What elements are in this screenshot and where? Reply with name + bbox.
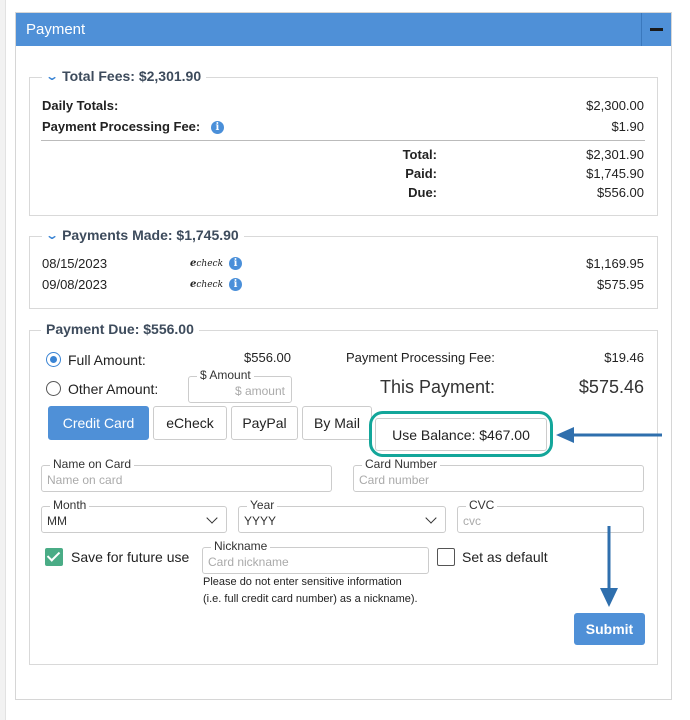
- due-label: Due:: [408, 185, 437, 200]
- chevron-down-icon: [425, 512, 437, 524]
- set-default-checkbox[interactable]: [437, 548, 455, 566]
- chevron-down-icon: ⌄: [44, 228, 60, 242]
- year-label: Year: [247, 498, 278, 512]
- nickname-note: (i.e. full credit card number) as a nick…: [203, 593, 418, 605]
- amount-field-label: $ Amount: [197, 368, 254, 382]
- month-value: MM: [47, 514, 67, 528]
- this-payment-value: $575.46: [578, 377, 644, 397]
- fee-value: $19.46: [604, 350, 644, 365]
- name-on-card-field[interactable]: Name on Card Name on card: [41, 457, 332, 492]
- total-fees-heading[interactable]: ⌄ Total Fees: $2,301.90: [42, 68, 207, 84]
- tab-by-mail[interactable]: By Mail: [302, 406, 372, 440]
- payment-amount: $575.95: [597, 277, 644, 292]
- total-label: Total:: [402, 147, 437, 162]
- full-amount-label: Full Amount:: [68, 352, 146, 368]
- chevron-down-icon: [206, 512, 218, 524]
- nickname-note: Please do not enter sensitive informatio…: [203, 576, 402, 588]
- name-on-card-placeholder: Name on card: [47, 473, 123, 487]
- info-icon[interactable]: i: [229, 257, 242, 270]
- full-amount-value: $556.00: [244, 350, 291, 365]
- cvc-placeholder: cvc: [463, 514, 481, 528]
- year-select[interactable]: Year YYYY: [238, 498, 446, 533]
- payment-date: 08/15/2023: [42, 256, 108, 271]
- fee-label: Payment Processing Fee:: [346, 350, 495, 365]
- payment-amount: $1,169.95: [586, 256, 644, 271]
- paid-label: Paid:: [405, 166, 437, 181]
- echeck-logo: echeck: [190, 279, 224, 290]
- payments-made-heading[interactable]: ⌄ Payments Made: $1,745.90: [42, 227, 244, 243]
- payment-date: 09/08/2023: [42, 277, 108, 292]
- paid-value: $1,745.90: [586, 166, 644, 181]
- card-number-placeholder: Card number: [359, 473, 430, 487]
- panel-header: Payment: [16, 13, 671, 46]
- name-on-card-label: Name on Card: [50, 457, 135, 471]
- other-amount-label: Other Amount:: [68, 381, 159, 397]
- total-fees-section: ⌄ Total Fees: $2,301.90: [29, 68, 658, 216]
- nickname-label: Nickname: [211, 539, 271, 553]
- page-edge: [0, 0, 6, 720]
- month-label: Month: [50, 498, 90, 512]
- set-default-label: Set as default: [462, 549, 548, 565]
- tab-paypal[interactable]: PayPal: [231, 406, 298, 440]
- other-amount-radio[interactable]: [46, 381, 61, 396]
- highlight-ring: [369, 411, 553, 457]
- submit-button[interactable]: Submit: [574, 613, 645, 645]
- echeck-logo: echeck: [190, 258, 224, 269]
- info-icon[interactable]: i: [210, 121, 224, 135]
- cvc-label: CVC: [466, 498, 498, 512]
- full-amount-radio[interactable]: [46, 352, 61, 367]
- cvc-field[interactable]: CVC cvc: [457, 498, 644, 533]
- month-select[interactable]: Month MM: [41, 498, 227, 533]
- minus-icon: [650, 28, 663, 31]
- processing-fee-value: $1.90: [611, 119, 644, 134]
- total-value: $2,301.90: [586, 147, 644, 162]
- amount-input[interactable]: $ Amount $ amount: [188, 368, 292, 403]
- nickname-field[interactable]: Nickname Card nickname: [202, 539, 429, 574]
- nickname-placeholder: Card nickname: [208, 555, 289, 569]
- divider: [41, 140, 645, 141]
- payments-made-section: ⌄ Payments Made: $1,745.90: [29, 227, 658, 309]
- tab-credit-card[interactable]: Credit Card: [48, 406, 149, 440]
- tab-echeck[interactable]: eCheck: [153, 406, 227, 440]
- info-icon[interactable]: i: [229, 278, 242, 291]
- processing-fee-label: Payment Processing Fee: i: [42, 119, 224, 135]
- chevron-down-icon: ⌄: [44, 69, 60, 83]
- amount-placeholder: $ amount: [234, 384, 285, 398]
- year-value: YYYY: [244, 514, 277, 528]
- save-for-future-checkbox[interactable]: [45, 548, 63, 566]
- this-payment-label: This Payment:: [380, 377, 496, 397]
- card-number-field[interactable]: Card Number Card number: [353, 457, 644, 492]
- save-for-future-label: Save for future use: [71, 549, 190, 565]
- panel-title: Payment: [26, 21, 86, 38]
- daily-totals-label: Daily Totals:: [42, 98, 119, 113]
- due-value: $556.00: [597, 185, 644, 200]
- daily-totals-value: $2,300.00: [586, 98, 644, 113]
- payment-due-heading: Payment Due: $556.00: [41, 321, 199, 337]
- card-number-label: Card Number: [362, 457, 441, 471]
- collapse-button[interactable]: [641, 13, 671, 46]
